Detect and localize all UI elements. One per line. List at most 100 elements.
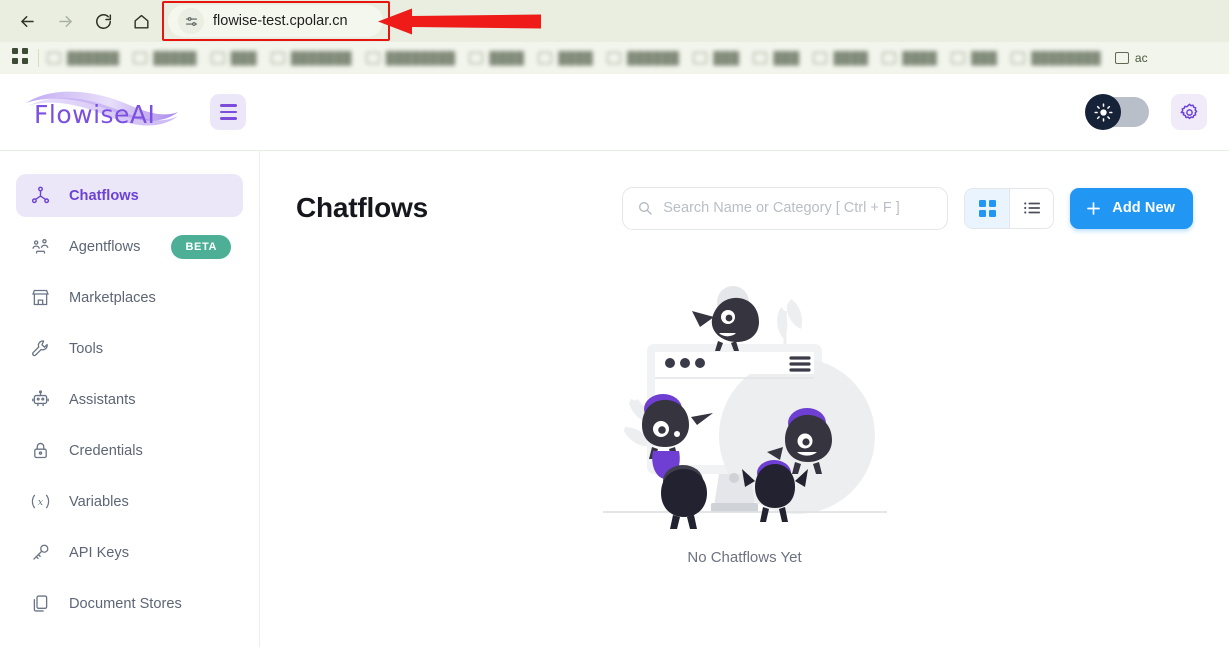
folder-icon bbox=[365, 52, 380, 64]
apps-grid-icon[interactable] bbox=[12, 47, 28, 69]
bookmark-item[interactable]: ███ bbox=[753, 51, 799, 65]
bookmark-label: ██████ bbox=[67, 51, 120, 65]
reload-button[interactable] bbox=[88, 6, 118, 36]
bookmark-item[interactable]: ████ bbox=[538, 51, 593, 65]
variable-x-icon: x bbox=[28, 491, 52, 512]
bookmark-label: ████ bbox=[902, 51, 938, 65]
page-toolbar: Chatflows Search Name or Category [Ctrl… bbox=[260, 185, 1229, 231]
bookmark-item[interactable]: ██████ bbox=[607, 51, 679, 65]
address-bar-region: flowise-test.cpolar.cn bbox=[162, 1, 390, 41]
bookmark-item[interactable]: ████████ bbox=[365, 51, 456, 65]
folder-icon bbox=[47, 52, 61, 64]
sidebar-item-tools[interactable]: Tools bbox=[16, 327, 243, 370]
documents-icon bbox=[28, 593, 52, 614]
bookmark-label: ████ bbox=[833, 51, 869, 65]
key-icon bbox=[28, 542, 52, 563]
folder-icon bbox=[538, 52, 553, 64]
sidebar-item-label: API Keys bbox=[69, 544, 130, 561]
bookmark-label: █████ bbox=[153, 51, 197, 65]
sidebar-item-api-keys[interactable]: API Keys bbox=[16, 531, 243, 574]
sidebar-item-marketplaces[interactable]: Marketplaces bbox=[16, 276, 243, 319]
bookmark-item[interactable]: ████ bbox=[882, 51, 937, 65]
home-button[interactable] bbox=[126, 6, 156, 36]
grid-view-icon bbox=[978, 199, 996, 217]
bookmark-label: ███ bbox=[713, 51, 740, 65]
bookmark-item[interactable]: ███ bbox=[210, 51, 257, 65]
theme-toggle-switch[interactable] bbox=[1085, 94, 1149, 130]
bookmarks-bar: ██████ █████ ███ ███████ ████████ ████ █… bbox=[0, 42, 1229, 74]
bookmarks-divider bbox=[38, 49, 39, 67]
sidebar-item-variables[interactable]: x Variables bbox=[16, 480, 243, 523]
sun-icon bbox=[1093, 102, 1113, 122]
app-header: FlowiseAI bbox=[0, 74, 1229, 151]
bookmark-item[interactable]: ████ bbox=[469, 51, 524, 65]
bookmark-label: ████████ bbox=[385, 51, 456, 65]
list-view-button[interactable] bbox=[1009, 188, 1054, 228]
svg-text:x: x bbox=[37, 497, 43, 508]
folder-icon bbox=[693, 52, 708, 64]
bookmark-item[interactable]: ac bbox=[1114, 51, 1148, 65]
forward-button[interactable] bbox=[50, 6, 80, 36]
bookmark-label: ac bbox=[1134, 51, 1148, 65]
hamburger-menu-icon[interactable] bbox=[210, 94, 246, 130]
bookmark-label: ████████ bbox=[1031, 51, 1101, 65]
sidebar-item-label: Assistants bbox=[69, 391, 136, 408]
store-icon bbox=[28, 287, 52, 308]
bookmark-item[interactable]: ████████ bbox=[1011, 51, 1101, 65]
bookmark-item[interactable]: █████ bbox=[133, 51, 197, 65]
bookmark-item[interactable]: ████ bbox=[813, 51, 868, 65]
app-logo[interactable]: FlowiseAI bbox=[22, 84, 182, 140]
sidebar-item-label: Tools bbox=[69, 340, 104, 357]
bookmark-item[interactable]: ███ bbox=[951, 51, 997, 65]
toolbar-actions: Add New bbox=[622, 186, 1193, 230]
sidebar-item-label: Credentials bbox=[69, 442, 143, 459]
monsters-monitor-empty-illustration bbox=[602, 286, 887, 529]
wrench-icon bbox=[28, 338, 52, 359]
back-button[interactable] bbox=[12, 6, 42, 36]
bookmark-item[interactable]: ██████ bbox=[47, 51, 119, 65]
bookmark-label: ███████ bbox=[290, 51, 352, 65]
add-new-label: Add New bbox=[1112, 200, 1175, 216]
view-toggle bbox=[964, 187, 1055, 229]
sidebar-item-label: Document Stores bbox=[69, 595, 182, 612]
folder-icon bbox=[951, 52, 966, 64]
empty-state-text: No Chatflows Yet bbox=[687, 549, 802, 566]
folder-icon bbox=[1011, 52, 1026, 64]
sidebar-item-chatflows[interactable]: Chatflows bbox=[16, 174, 243, 217]
header-actions bbox=[1085, 94, 1207, 130]
reload-icon bbox=[95, 13, 111, 29]
gear-icon bbox=[1180, 103, 1197, 119]
add-new-button[interactable]: Add New bbox=[1070, 187, 1193, 229]
theme-toggle-knob bbox=[1085, 94, 1121, 130]
plus-icon bbox=[1087, 201, 1101, 215]
arrow-right-icon bbox=[58, 15, 72, 27]
grid-view-button[interactable] bbox=[965, 188, 1010, 228]
sidebar-item-credentials[interactable]: Credentials bbox=[16, 429, 243, 472]
bookmark-item[interactable]: ███ bbox=[693, 51, 739, 65]
bookmark-label: ████ bbox=[489, 51, 525, 65]
folder-icon bbox=[1114, 52, 1129, 64]
main-content: Chatflows Search Name or Category [Ctrl… bbox=[260, 151, 1229, 647]
annotation-arrow-icon bbox=[378, 8, 541, 35]
sidebar-item-label: Marketplaces bbox=[69, 289, 156, 306]
list-view-icon bbox=[1023, 202, 1040, 214]
sidebar-item-label: Agentflows bbox=[69, 238, 141, 255]
bookmark-label: ████ bbox=[558, 51, 594, 65]
search-icon bbox=[639, 202, 652, 215]
search-input[interactable] bbox=[663, 200, 934, 216]
settings-button[interactable] bbox=[1171, 94, 1207, 130]
search-box[interactable] bbox=[622, 186, 949, 230]
sidebar-item-label: Chatflows bbox=[69, 187, 139, 204]
folder-icon bbox=[607, 52, 622, 64]
folder-icon bbox=[133, 52, 148, 64]
folder-icon bbox=[469, 52, 484, 64]
lock-icon bbox=[28, 440, 52, 461]
bookmark-item[interactable]: ███████ bbox=[270, 51, 352, 65]
bookmark-label: ██████ bbox=[627, 51, 680, 65]
nodes-graph-icon bbox=[28, 185, 52, 206]
sidebar-item-document-stores[interactable]: Document Stores bbox=[16, 582, 243, 625]
sidebar-item-agentflows[interactable]: Agentflows BETA bbox=[16, 225, 243, 268]
sidebar-item-assistants[interactable]: Assistants bbox=[16, 378, 243, 421]
annotation-highlight-box bbox=[162, 1, 390, 41]
folder-icon bbox=[882, 52, 897, 64]
